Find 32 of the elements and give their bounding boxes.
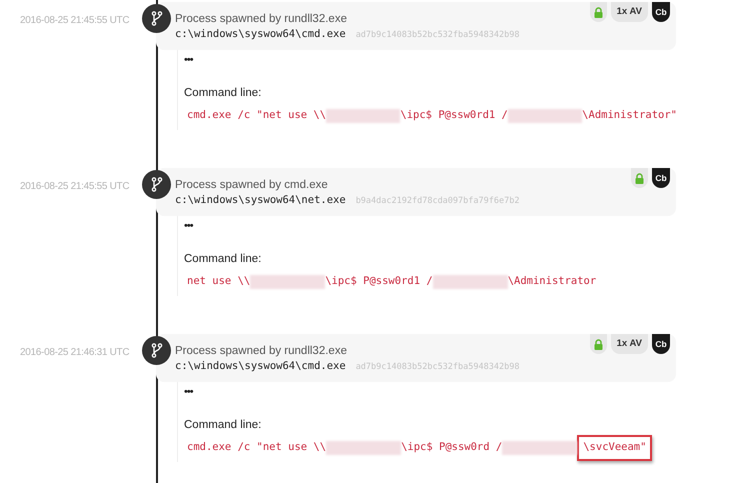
lock-badge[interactable] [590, 2, 607, 22]
command-text: \ipc$ P@ssw0rd / [401, 440, 502, 456]
more-dots[interactable]: ••• [184, 220, 193, 232]
lock-icon [635, 172, 644, 184]
av-badge[interactable]: 1x AV [610, 2, 648, 22]
process-path[interactable]: c:\windows\syswow64\cmd.exe [175, 359, 346, 375]
command-label: Command line: [184, 418, 262, 433]
cb-badge[interactable]: Cb [652, 2, 670, 22]
lock-icon [594, 6, 603, 18]
command-label: Command line: [184, 86, 262, 101]
cb-badge[interactable]: Cb [652, 168, 670, 188]
av-badge[interactable]: 1x AV [610, 334, 648, 354]
timestamp: 2016-08-25 21:45:55 UTC [20, 181, 130, 192]
process-path[interactable]: c:\windows\syswow64\net.exe [175, 193, 346, 209]
lock-icon [594, 338, 603, 350]
command-text: \ipc$ P@ssw0rd1 / [400, 108, 508, 124]
more-dots[interactable]: ••• [184, 386, 193, 398]
command-text: \ipc$ P@ssw0rd1 / [325, 274, 433, 290]
timestamp: 2016-08-25 21:46:31 UTC [20, 347, 130, 358]
lock-badge[interactable] [631, 168, 648, 188]
command-text: cmd.exe /c "net use \\ [187, 108, 326, 124]
command-text: \svcVeeam" [577, 435, 652, 462]
timestamp: 2016-08-25 21:45:55 UTC [20, 15, 130, 26]
command-text: \Administrator [508, 274, 596, 290]
lock-badge[interactable] [590, 334, 607, 354]
command-text: net use \\ [187, 274, 250, 290]
command-text: cmd.exe /c "net use \\ [187, 440, 326, 456]
command-text: \Administrator" [582, 108, 677, 124]
command-label: Command line: [184, 252, 262, 267]
process-path[interactable]: c:\windows\syswow64\cmd.exe [175, 27, 346, 43]
cb-badge[interactable]: Cb [652, 334, 670, 354]
more-dots[interactable]: ••• [184, 54, 193, 66]
